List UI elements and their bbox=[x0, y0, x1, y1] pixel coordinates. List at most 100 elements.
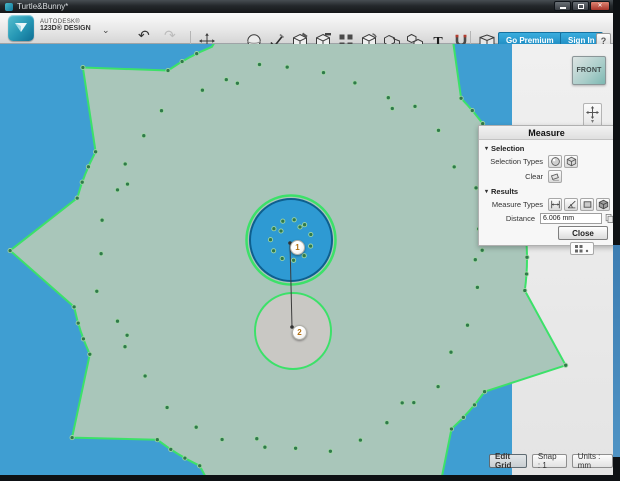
sketch-point[interactable] bbox=[352, 80, 358, 86]
sketch-point[interactable] bbox=[451, 164, 457, 170]
sketch-point[interactable] bbox=[74, 195, 80, 201]
sketch-point[interactable] bbox=[474, 284, 480, 290]
sketch-point[interactable] bbox=[522, 287, 528, 294]
sketch-point[interactable] bbox=[524, 254, 530, 260]
sketch-point[interactable] bbox=[219, 436, 225, 443]
measure-angle-button[interactable] bbox=[564, 198, 578, 211]
sketch-point[interactable] bbox=[412, 103, 418, 109]
sketch-point[interactable] bbox=[79, 179, 85, 185]
sketch-point[interactable] bbox=[93, 149, 99, 155]
chevron-down-icon[interactable]: ⌄ bbox=[102, 25, 110, 36]
sketch-point[interactable] bbox=[471, 402, 478, 408]
sketch-point[interactable] bbox=[284, 64, 290, 70]
sketch-point[interactable] bbox=[193, 424, 199, 430]
sketch-point[interactable] bbox=[472, 257, 478, 263]
sketch-point[interactable] bbox=[327, 448, 333, 454]
sketch-point[interactable] bbox=[124, 181, 131, 187]
sketch-point[interactable] bbox=[460, 414, 466, 420]
sketch-point[interactable] bbox=[280, 218, 286, 224]
sketch-point[interactable] bbox=[80, 336, 86, 342]
sketch-point[interactable] bbox=[114, 318, 121, 324]
sketch-point[interactable] bbox=[85, 164, 91, 170]
sketch-point[interactable] bbox=[142, 373, 148, 379]
sketch-point[interactable] bbox=[271, 226, 277, 232]
sketch-point[interactable] bbox=[464, 322, 471, 328]
sketch-point[interactable] bbox=[448, 426, 455, 432]
sketch-point[interactable] bbox=[279, 255, 285, 262]
sketch-point[interactable] bbox=[165, 67, 171, 74]
measure-area-button[interactable] bbox=[580, 198, 594, 211]
snap-button[interactable]: Snap : 1 bbox=[531, 452, 567, 470]
sketch-point[interactable] bbox=[262, 444, 268, 450]
viewcube-front[interactable]: FRONT bbox=[572, 56, 606, 85]
sketch-point[interactable] bbox=[523, 271, 530, 277]
window-titlebar[interactable]: Turtle&Bunny* ✕ bbox=[0, 0, 613, 13]
sketch-point[interactable] bbox=[411, 400, 417, 406]
sketch-point[interactable] bbox=[69, 435, 75, 441]
sketch-point[interactable] bbox=[256, 61, 263, 68]
sketch-point[interactable] bbox=[99, 217, 105, 223]
sketch-point[interactable] bbox=[98, 251, 104, 257]
sketch-point[interactable] bbox=[164, 404, 170, 411]
sketch-point[interactable] bbox=[482, 389, 488, 395]
sketch-point[interactable] bbox=[254, 436, 260, 442]
sketch-point[interactable] bbox=[87, 351, 93, 357]
measure-point-marker-1[interactable]: 1 bbox=[290, 240, 305, 255]
sketch-point[interactable] bbox=[267, 237, 274, 243]
sketch-point[interactable] bbox=[80, 64, 86, 71]
undo-button[interactable]: ↶ bbox=[138, 28, 150, 42]
sketch-point[interactable] bbox=[194, 51, 200, 57]
sketch-point[interactable] bbox=[320, 70, 327, 76]
sketch-point[interactable] bbox=[301, 253, 307, 259]
sketch-point[interactable] bbox=[278, 228, 284, 234]
measure-point-marker-2[interactable]: 2 bbox=[292, 325, 307, 340]
sketch-point[interactable] bbox=[293, 445, 299, 451]
sketch-point[interactable] bbox=[234, 80, 240, 86]
sketch-point[interactable] bbox=[122, 344, 128, 350]
selection-section-header[interactable]: ▾ Selection bbox=[485, 144, 613, 153]
measure-mini-widget[interactable] bbox=[570, 242, 594, 255]
sketch-point[interactable] bbox=[448, 349, 454, 355]
sketch-point[interactable] bbox=[71, 304, 77, 310]
sketch-point[interactable] bbox=[479, 247, 485, 253]
sketch-point[interactable] bbox=[124, 332, 130, 338]
sketch-point[interactable] bbox=[199, 87, 205, 93]
sketch-point[interactable] bbox=[308, 231, 314, 238]
select-point-type-button[interactable] bbox=[548, 155, 562, 168]
sketch-point[interactable] bbox=[435, 127, 442, 133]
sketch-point[interactable] bbox=[158, 108, 165, 114]
sketch-point[interactable] bbox=[182, 455, 188, 461]
sketch-point[interactable] bbox=[357, 437, 363, 443]
select-solid-type-button[interactable] bbox=[564, 155, 578, 168]
sketch-point[interactable] bbox=[168, 446, 174, 452]
distance-value-field[interactable] bbox=[540, 213, 602, 224]
sketch-point[interactable] bbox=[302, 222, 308, 228]
maximize-button[interactable] bbox=[572, 1, 589, 11]
sketch-point[interactable] bbox=[197, 463, 203, 469]
redo-button[interactable]: ↷ bbox=[164, 28, 176, 42]
sketch-point[interactable] bbox=[469, 107, 475, 114]
sketch-point[interactable] bbox=[384, 420, 390, 426]
sketch-point[interactable] bbox=[141, 133, 147, 139]
close-window-button[interactable]: ✕ bbox=[590, 1, 610, 11]
units-button[interactable]: Units : mm bbox=[571, 452, 613, 470]
clear-selection-button[interactable] bbox=[548, 170, 562, 183]
copy-value-button[interactable] bbox=[605, 213, 613, 224]
sketch-point[interactable] bbox=[179, 58, 185, 65]
measure-volume-button[interactable] bbox=[596, 198, 610, 211]
sketch-point[interactable] bbox=[291, 257, 297, 263]
sketch-point[interactable] bbox=[297, 224, 303, 230]
close-measure-button[interactable]: Close bbox=[558, 226, 608, 240]
sketch-point[interactable] bbox=[308, 243, 314, 249]
sketch-point[interactable] bbox=[114, 187, 121, 193]
sketch-point[interactable] bbox=[271, 248, 277, 254]
sketch-point[interactable] bbox=[399, 400, 405, 406]
sketch-point[interactable] bbox=[223, 77, 229, 83]
edit-grid-button[interactable]: Edit Grid bbox=[489, 452, 527, 470]
viewport[interactable]: 1 2 FRONT ▾ Measure ▾ Selection Selectio… bbox=[0, 44, 613, 475]
sketch-point[interactable] bbox=[75, 320, 81, 326]
sketch-point[interactable] bbox=[435, 384, 441, 390]
sketch-point[interactable] bbox=[94, 288, 100, 294]
sketch-point[interactable] bbox=[458, 95, 464, 101]
sketch-point[interactable] bbox=[7, 248, 13, 254]
